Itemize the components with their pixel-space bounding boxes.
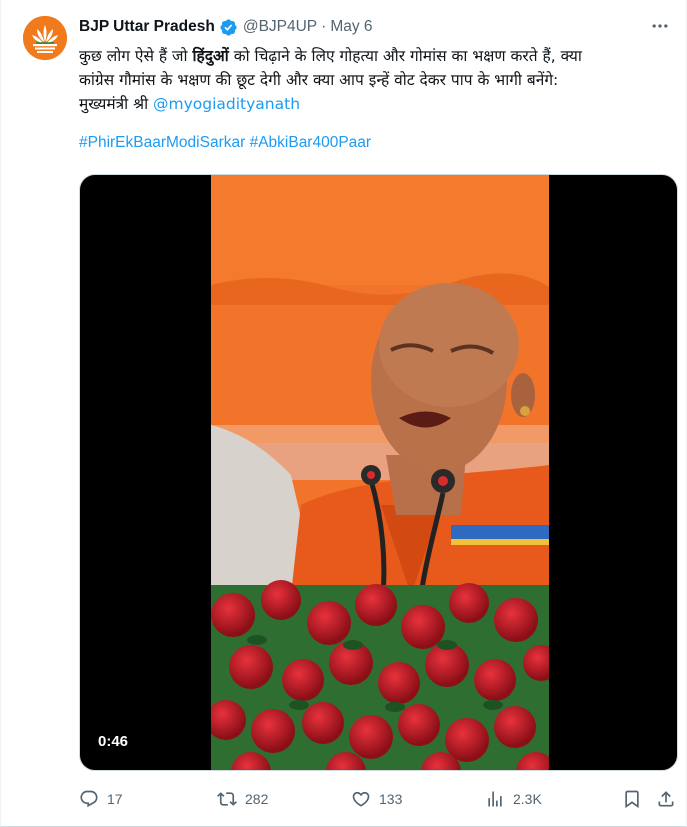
repost-icon	[217, 792, 237, 806]
like-icon	[352, 791, 370, 807]
separator-dot: ·	[321, 18, 327, 35]
like-button[interactable]: 133	[351, 786, 402, 812]
tweet-text-line-2: कांग्रेस गौमांस के भक्षण की छूट देगी और …	[79, 71, 559, 89]
video-player[interactable]: 0:46	[79, 174, 678, 771]
tweet-header: BJP Uttar Pradesh @BJP4UP · May 6	[79, 16, 373, 38]
author-name[interactable]: BJP Uttar Pradesh	[79, 18, 215, 36]
repost-count: 282	[245, 791, 269, 807]
tweet-text-line-1: कुछ लोग ऐसे हैं जो हिंदुओं को चिढ़ाने के…	[79, 44, 675, 68]
video-thumbnail[interactable]	[211, 175, 549, 770]
hashtag-link[interactable]: #AbkiBar400Paar	[250, 134, 372, 151]
share-button[interactable]	[656, 786, 676, 812]
text-segment: कुछ लोग ऐसे हैं जो	[79, 47, 193, 65]
reply-count: 17	[107, 791, 123, 807]
views-button[interactable]: 2.3K	[485, 786, 542, 812]
video-duration: 0:46	[98, 733, 129, 750]
avatar[interactable]	[23, 16, 67, 60]
text-segment: मुख्यमंत्री श्री	[79, 95, 154, 113]
bold-text-segment: हिंदुओं	[192, 47, 229, 65]
like-count: 133	[379, 791, 403, 807]
hashtags: #PhirEkBaarModiSarkar #AbkiBar400Paar	[79, 134, 371, 152]
text-segment: को चिढ़ाने के लिए गोहत्या और गोमांस का भ…	[228, 47, 582, 65]
tweet-date[interactable]: May 6	[330, 18, 372, 36]
hashtag-link[interactable]: #PhirEkBaarModiSarkar	[79, 134, 245, 151]
repost-button[interactable]: 282	[217, 786, 268, 812]
tweet-text: कुछ लोग ऐसे हैं जो हिंदुओं को चिढ़ाने के…	[79, 44, 675, 116]
bjp-lotus-logo-icon	[23, 16, 67, 60]
mention-link[interactable]: @myogiadityanath	[153, 95, 300, 113]
tweet-text-line-3: मुख्यमंत्री श्री @myogiadityanath	[79, 92, 675, 116]
tweet-card[interactable]: BJP Uttar Pradesh @BJP4UP · May 6 कुछ लो…	[0, 0, 687, 827]
views-icon	[488, 791, 502, 807]
share-icon	[658, 791, 674, 807]
action-bar: 17 282 133 2.3K	[79, 786, 679, 812]
verified-badge-icon[interactable]	[219, 18, 238, 37]
reply-icon	[80, 790, 98, 808]
bookmark-icon	[625, 790, 639, 809]
reply-button[interactable]: 17	[79, 786, 123, 812]
bookmark-button[interactable]	[622, 786, 642, 812]
author-handle[interactable]: @BJP4UP	[243, 18, 317, 36]
more-icon[interactable]	[648, 16, 672, 36]
views-count: 2.3K	[513, 791, 542, 807]
